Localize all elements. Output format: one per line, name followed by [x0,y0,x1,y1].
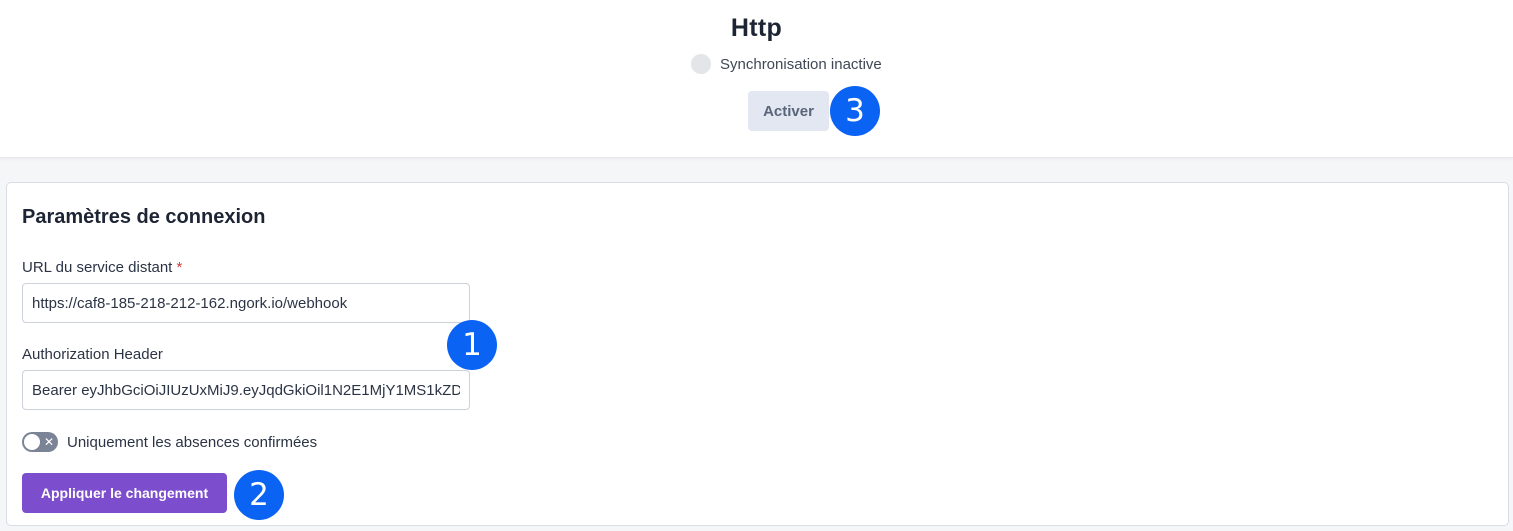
sync-status-text: Synchronisation inactive [720,55,882,73]
authorization-header-input[interactable] [22,370,470,410]
confirmed-absences-toggle-row: ✕ Uniquement les absences confirmées [22,431,317,453]
annotation-badge-3: 3 [830,86,880,136]
confirmed-absences-toggle[interactable]: ✕ [22,432,58,452]
connection-settings-card: Paramètres de connexion URL du service d… [6,182,1509,526]
annotation-badge-2: 2 [234,470,284,520]
url-input[interactable] [22,283,470,323]
toggle-knob [24,434,40,450]
sync-status: Synchronisation inactive [691,54,882,74]
auth-field-label: Authorization Header [22,346,163,363]
section-title: Paramètres de connexion [22,206,266,228]
required-asterisk: * [176,259,183,276]
url-field-label: URL du service distant * [22,259,182,276]
close-icon: ✕ [43,435,54,449]
annotation-badge-1: 1 [447,320,497,370]
activate-button[interactable]: Activer [748,91,829,131]
status-indicator-icon [691,54,711,74]
integration-header: Http Synchronisation inactive Activer 3 [0,0,1513,158]
toggle-label: Uniquement les absences confirmées [67,433,318,451]
apply-changes-button[interactable]: Appliquer le changement [22,473,227,513]
url-label-text: URL du service distant [22,259,173,276]
page-title: Http [730,14,783,42]
